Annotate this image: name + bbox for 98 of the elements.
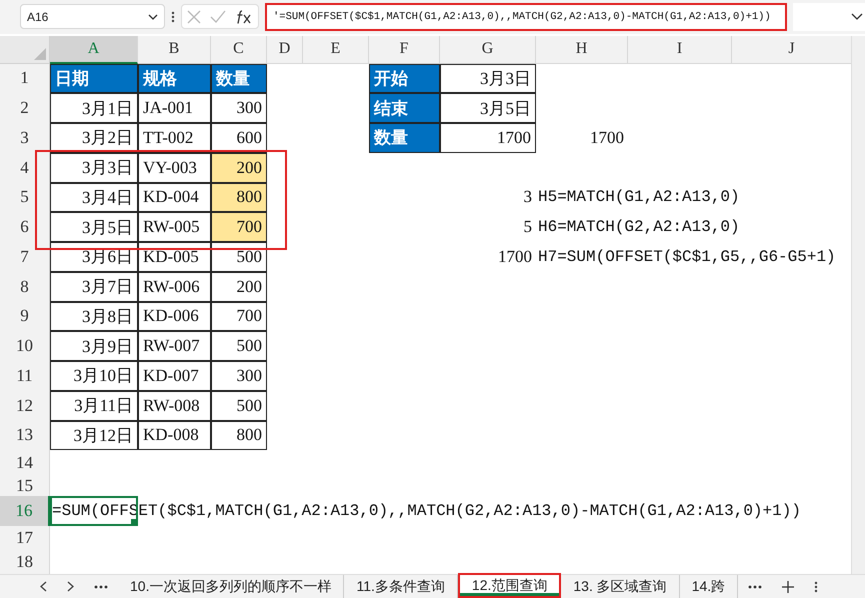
- column-header[interactable]: H: [536, 36, 628, 64]
- table-cell: 200: [211, 152, 267, 183]
- add-icon[interactable]: [782, 580, 794, 593]
- table-cell: TT-002: [138, 123, 211, 153]
- column-header[interactable]: A: [50, 36, 138, 64]
- row-header[interactable]: 7: [0, 242, 50, 272]
- table-cell-text: H7=SUM(OFFSET($C$1,G5,,G6-G5+1): [537, 246, 837, 268]
- table-cell: 300: [211, 361, 267, 391]
- table-cell: 3月3日: [440, 64, 536, 94]
- table-cell: KD-007: [138, 361, 211, 391]
- row-header[interactable]: 4: [0, 152, 50, 183]
- table-cell: 3月1日: [50, 93, 138, 124]
- chevron-left-icon[interactable]: [40, 581, 47, 592]
- table-cell: 500: [211, 242, 267, 272]
- more-vertical-icon[interactable]: [814, 580, 818, 593]
- table-cell: KD-008: [138, 420, 211, 450]
- table-cell: RW-005: [138, 212, 211, 242]
- row-header[interactable]: 14: [0, 450, 50, 476]
- chevron-right-icon[interactable]: [67, 581, 74, 592]
- table-cell: KD-004: [138, 182, 211, 212]
- table-cell: VY-003: [138, 152, 211, 183]
- table-cell: 3月10日: [50, 361, 138, 391]
- table-cell: 3月9日: [50, 331, 138, 362]
- chevron-down-icon: [148, 14, 158, 20]
- row-header[interactable]: 5: [0, 182, 50, 212]
- row-header[interactable]: 12: [0, 390, 50, 421]
- table-cell: 1700: [440, 123, 536, 153]
- table-cell-text: 1700: [589, 126, 625, 149]
- sheet-tab[interactable]: 13. 多区域查询: [561, 575, 680, 598]
- table-cell: 600: [211, 123, 267, 153]
- sheet-tab[interactable]: 12.范围查询: [458, 573, 562, 598]
- column-header[interactable]: C: [211, 36, 267, 64]
- table-cell: KD-005: [138, 242, 211, 272]
- triangle-icon: [34, 48, 46, 60]
- row-header[interactable]: 8: [0, 272, 50, 302]
- header-cell: 规格: [138, 64, 211, 94]
- row-header[interactable]: 1: [0, 64, 50, 94]
- header-cell: 开始: [369, 64, 440, 94]
- expand-icon[interactable]: [851, 13, 863, 20]
- name-box[interactable]: A16: [20, 4, 165, 30]
- table-cell-text: 3: [522, 186, 533, 208]
- scrollbar[interactable]: [851, 36, 865, 574]
- row-header[interactable]: 10: [0, 331, 50, 362]
- table-cell: 3月5日: [440, 93, 536, 124]
- check-icon[interactable]: [210, 10, 226, 24]
- header-cell: 数量: [369, 123, 440, 153]
- header-cell: 结束: [369, 93, 440, 124]
- table-cell: RW-006: [138, 272, 211, 302]
- table-cell: 800: [211, 420, 267, 450]
- header-cell: 日期: [50, 64, 138, 94]
- row-header[interactable]: 16: [0, 496, 50, 526]
- column-header[interactable]: E: [303, 36, 369, 64]
- table-cell: 3月4日: [50, 182, 138, 212]
- table-cell: 500: [211, 331, 267, 362]
- row-header[interactable]: 18: [0, 550, 50, 574]
- column-header[interactable]: I: [628, 36, 732, 64]
- sheet-tab[interactable]: 14.跨: [680, 575, 738, 598]
- function-icon[interactable]: [235, 8, 254, 25]
- table-cell-text: H5=MATCH(G1,A2:A13,0): [537, 187, 741, 208]
- table-cell: 3月5日: [50, 212, 138, 242]
- row-header[interactable]: 15: [0, 476, 50, 496]
- row-header[interactable]: 17: [0, 526, 50, 550]
- table-cell-text: 1700: [497, 246, 533, 268]
- column-header[interactable]: J: [732, 36, 852, 64]
- table-cell: RW-008: [138, 390, 211, 421]
- table-cell: 3月2日: [50, 123, 138, 153]
- row-header[interactable]: 13: [0, 420, 50, 450]
- table-cell: RW-007: [138, 331, 211, 362]
- table-cell-text: H6=MATCH(G2,A2:A13,0): [537, 217, 741, 238]
- table-cell: 3月8日: [50, 302, 138, 332]
- row-header[interactable]: 2: [0, 93, 50, 124]
- table-cell: 800: [211, 182, 267, 212]
- row-header[interactable]: 9: [0, 302, 50, 332]
- table-cell-text: 5: [522, 216, 533, 238]
- more-vertical-icon[interactable]: [171, 10, 175, 23]
- table-cell: 700: [211, 302, 267, 332]
- table-cell: 3月12日: [50, 420, 138, 450]
- row-header[interactable]: 6: [0, 212, 50, 242]
- table-cell: KD-006: [138, 302, 211, 332]
- row-header[interactable]: 11: [0, 361, 50, 391]
- column-header[interactable]: G: [440, 36, 536, 64]
- table-cell: 3月11日: [50, 390, 138, 421]
- table-cell: 500: [211, 390, 267, 421]
- table-cell: 300: [211, 93, 267, 124]
- formula-field[interactable]: '=SUM(OFFSET($C$1,MATCH(G1,A2:A13,0),,MATCH(G2,A2:A13,0)-MATCH(G1,A2:A13,0)+1)): [265, 2, 787, 31]
- table-cell: JA-001: [138, 93, 211, 124]
- column-header[interactable]: B: [138, 36, 211, 64]
- more-icon[interactable]: [94, 584, 108, 589]
- table-cell: 3月7日: [50, 272, 138, 302]
- table-cell: 200: [211, 272, 267, 302]
- column-header[interactable]: D: [267, 36, 303, 64]
- column-header[interactable]: F: [369, 36, 440, 64]
- row-header[interactable]: 3: [0, 123, 50, 153]
- header-cell: 数量: [211, 64, 267, 94]
- table-cell: 3月3日: [50, 152, 138, 183]
- more-icon[interactable]: [748, 584, 762, 589]
- table-cell: 700: [211, 212, 267, 242]
- sheet-tab[interactable]: 10.一次返回多列列的顺序不一样: [118, 575, 344, 598]
